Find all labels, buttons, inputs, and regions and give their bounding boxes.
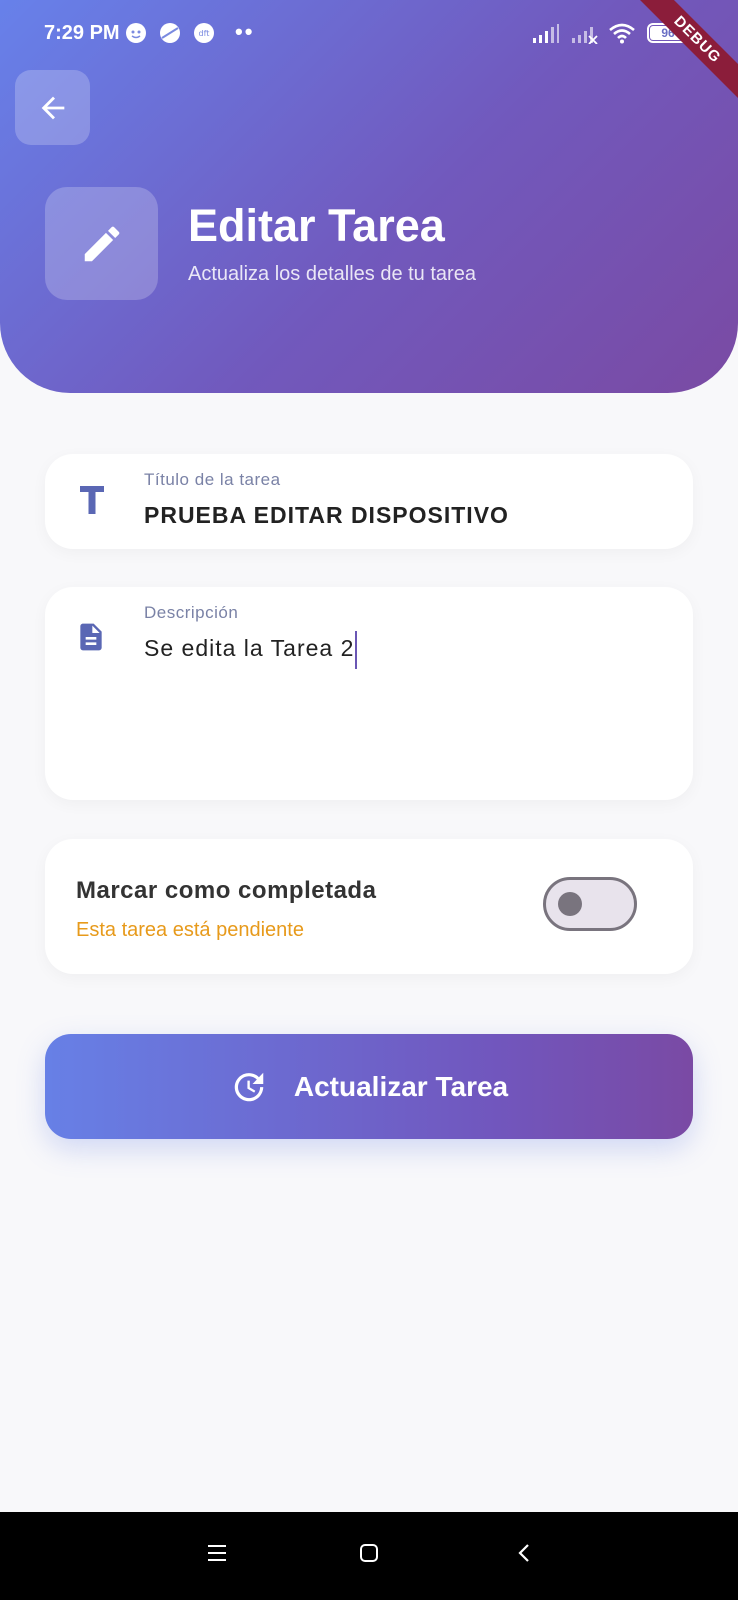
text-cursor — [355, 631, 358, 669]
description-field-value[interactable]: Se edita la Tarea 2 — [144, 631, 358, 669]
document-icon — [80, 623, 102, 651]
home-icon[interactable] — [358, 1542, 380, 1564]
signal-x-icon — [572, 27, 598, 44]
title-field-value[interactable]: PRUEBA EDITAR DISPOSITIVO — [144, 502, 509, 529]
description-field[interactable]: Descripción Se edita la Tarea 2 — [45, 587, 693, 800]
arrow-left-icon — [41, 96, 64, 119]
title-field-label: Título de la tarea — [144, 470, 281, 489]
menu-icon[interactable] — [206, 1542, 228, 1564]
page-subtitle: Actualiza los detalles de tu tarea — [188, 263, 476, 285]
completed-toggle-card: Marcar como completada Esta tarea está p… — [45, 839, 693, 974]
edit-icon-box — [45, 187, 158, 300]
description-text: Se edita la Tarea 2 — [144, 635, 355, 662]
status-bar: 7:29 PM dft •• 96 — [0, 0, 738, 70]
planet-icon — [160, 23, 180, 43]
back-nav-icon[interactable] — [514, 1542, 536, 1564]
status-dots: •• — [235, 19, 255, 44]
completed-toggle-label: Marcar como completada — [76, 877, 377, 904]
svg-text:dft: dft — [199, 29, 210, 38]
pencil-icon — [84, 226, 119, 261]
task-status-text: Esta tarea está pendiente — [76, 919, 304, 941]
header: 7:29 PM dft •• 96 DEBUG Editar Tarea Act… — [0, 0, 738, 393]
face-icon — [126, 23, 146, 43]
signal-icon — [533, 24, 559, 43]
page-title: Editar Tarea — [188, 200, 445, 251]
dft-badge-icon: dft — [194, 23, 214, 43]
update-icon — [234, 1072, 264, 1101]
completed-switch[interactable] — [543, 877, 637, 931]
wifi-icon — [609, 23, 635, 44]
switch-knob — [558, 892, 582, 916]
text-format-icon — [80, 486, 104, 514]
update-task-label: Actualizar Tarea — [293, 1070, 509, 1102]
system-nav-bar — [0, 1512, 738, 1600]
back-button[interactable] — [15, 70, 90, 145]
title-field[interactable]: Título de la tarea PRUEBA EDITAR DISPOSI… — [45, 454, 693, 549]
description-field-label: Descripción — [144, 603, 239, 622]
update-task-button[interactable]: Actualizar Tarea — [45, 1034, 693, 1139]
status-time: 7:29 PM — [44, 22, 120, 44]
